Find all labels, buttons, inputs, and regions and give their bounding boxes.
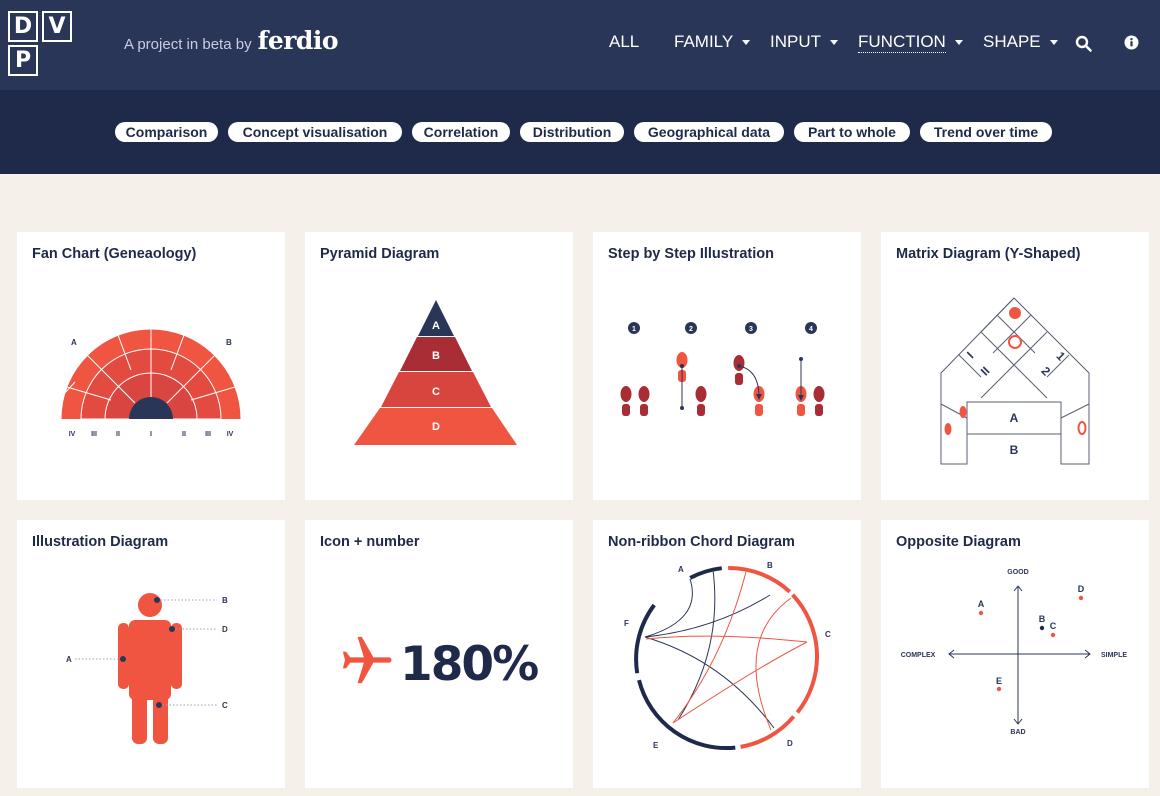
matrix-diagram-illustration: I II 1 2 A B (940, 297, 1090, 465)
matrix-label-b: B (1010, 443, 1019, 457)
nav-input-label: INPUT (770, 32, 821, 51)
fan-label-b: B (226, 338, 232, 347)
pyramid-label-c: C (432, 386, 440, 398)
brand-link[interactable]: ferdio (258, 26, 339, 55)
nav-shape-label: SHAPE (983, 32, 1041, 51)
fan-chart-illustration: A B IV III II I II III IV (60, 328, 242, 438)
pyramid-illustration: A B C D (354, 300, 517, 445)
opposite-point-label: D (1078, 584, 1085, 594)
illustration-label-c: C (222, 701, 228, 710)
matrix-label-1: 1 (1054, 349, 1069, 364)
opposite-label-complex: COMPLEX (901, 652, 936, 659)
filter-correlation[interactable]: Correlation (412, 122, 510, 142)
chord-label-a: A (678, 565, 684, 574)
filter-concept-visualisation[interactable]: Concept visualisation (228, 122, 402, 142)
pyramid-label-a: A (432, 320, 440, 332)
opposite-label-simple: SIMPLE (1101, 652, 1127, 659)
opposite-point-label: C (1050, 621, 1057, 631)
info-icon[interactable] (1124, 35, 1139, 50)
step-number: 3 (749, 326, 753, 333)
card-matrix-diagram[interactable]: Matrix Diagram (Y-Shaped) I II 1 2 A B (881, 232, 1149, 500)
logo-letter-d: D (8, 11, 38, 42)
nav-family-label: FAMILY (674, 32, 734, 51)
caret-down-icon (830, 39, 838, 45)
filter-part-to-whole[interactable]: Part to whole (794, 122, 910, 142)
chord-label-c: C (825, 630, 831, 639)
filter-distribution[interactable]: Distribution (520, 122, 624, 142)
step-number: 1 (632, 326, 636, 333)
nav-family-dropdown[interactable]: FAMILY (674, 32, 751, 52)
nav-all-label: ALL (609, 32, 640, 51)
chord-label-f: F (624, 619, 629, 628)
top-navigation-bar: D V P A project in beta by ferdio ALL FA… (0, 0, 1160, 90)
matrix-label-a: A (1010, 411, 1019, 425)
chord-label-d: D (787, 739, 793, 748)
opposite-label-bad: BAD (1010, 729, 1025, 736)
chord-label-b: B (767, 561, 773, 570)
pyramid-label-d: D (432, 421, 440, 433)
matrix-label-i: I (964, 349, 976, 361)
nav-function-label: FUNCTION (858, 32, 946, 53)
fan-tick: II (182, 431, 186, 438)
nav-shape-dropdown[interactable]: SHAPE (983, 32, 1058, 52)
illustration-label-a: A (66, 655, 72, 664)
fan-tick: III (205, 431, 211, 438)
card-opposite-diagram[interactable]: Opposite Diagram GOOD BAD COMPLEX SIMPLE… (881, 520, 1149, 788)
step-number: 4 (809, 326, 813, 333)
card-fan-chart[interactable]: Fan Chart (Geneaology) A B IV III II I I… (17, 232, 285, 500)
card-icon-number[interactable]: Icon + number 180% (305, 520, 573, 788)
filter-geographical-data[interactable]: Geographical data (634, 122, 784, 142)
filter-bar: Comparison Concept visualisation Correla… (0, 90, 1160, 174)
nav-all[interactable]: ALL (609, 32, 639, 52)
logo-letter-p: P (8, 45, 38, 76)
search-icon[interactable] (1075, 35, 1093, 53)
fan-tick: IV (227, 431, 234, 438)
fan-label-a: A (71, 338, 77, 347)
nav-input-dropdown[interactable]: INPUT (770, 32, 838, 52)
illustration-diagram-illustration: B D A C (66, 593, 228, 744)
chord-label-e: E (653, 741, 659, 750)
illustration-label-d: D (222, 625, 228, 634)
caret-down-icon (954, 40, 963, 45)
caret-down-icon (742, 39, 751, 45)
pyramid-label-b: B (432, 350, 440, 362)
opposite-point-label: A (978, 599, 985, 609)
card-chord-diagram[interactable]: Non-ribbon Chord Diagram A B C D E F (593, 520, 861, 788)
card-illustration-diagram[interactable]: Illustration Diagram B D A C (17, 520, 285, 788)
filter-comparison[interactable]: Comparison (115, 122, 218, 142)
chord-diagram-illustration: A B C D E F (624, 561, 831, 751)
card-pyramid-diagram[interactable]: Pyramid Diagram A B C D (305, 232, 573, 500)
step-by-step-illustration: 1 2 3 4 (620, 322, 825, 416)
tagline-text: A project in beta by (124, 36, 252, 53)
nav-function-dropdown[interactable]: FUNCTION (858, 32, 963, 53)
step-number: 2 (689, 326, 693, 333)
fan-tick: I (150, 431, 152, 438)
fan-tick: IV (69, 431, 76, 438)
airplane-icon (342, 636, 392, 684)
caret-down-icon (1049, 39, 1058, 45)
card-step-by-step[interactable]: Step by Step Illustration 1 2 3 4 (593, 232, 861, 500)
filter-trend-over-time[interactable]: Trend over time (920, 122, 1052, 142)
logo-letter-v: V (42, 11, 72, 42)
tagline: A project in beta by ferdio (124, 26, 339, 55)
opposite-point-label: B (1039, 614, 1046, 624)
logo[interactable]: D V P (4, 6, 72, 76)
fan-tick: III (91, 431, 97, 438)
icon-number-illustration: 180% (342, 636, 540, 692)
big-number: 180% (400, 637, 538, 692)
illustration-label-b: B (222, 596, 228, 605)
opposite-point-label: E (996, 676, 1002, 686)
opposite-diagram-illustration: GOOD BAD COMPLEX SIMPLE A B C D E (901, 569, 1128, 736)
matrix-label-2: 2 (1039, 364, 1054, 379)
fan-tick: II (116, 431, 120, 438)
opposite-label-good: GOOD (1007, 569, 1028, 576)
